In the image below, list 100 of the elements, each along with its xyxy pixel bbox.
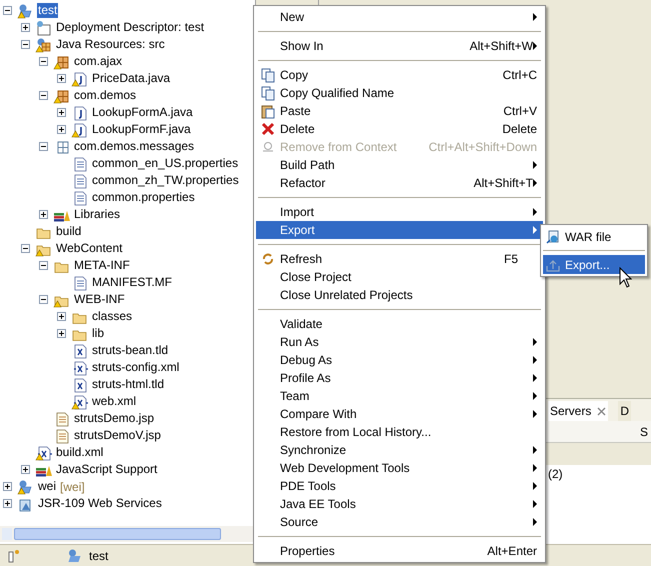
expand-toggle[interactable] (21, 23, 30, 32)
tree-item[interactable]: JSR-109 Web Services (37, 496, 163, 511)
collapse-toggle[interactable] (39, 261, 48, 270)
status-text: test (89, 548, 108, 564)
menu-item[interactable]: Restore from Local History... (256, 423, 543, 441)
submenu-arrow-icon (533, 13, 537, 21)
menu-item[interactable]: Synchronize (256, 441, 543, 459)
menu-item[interactable]: Paste Ctrl+V (256, 102, 543, 120)
submenu-arrow-icon (533, 42, 537, 50)
expand-toggle[interactable] (57, 312, 66, 321)
menu-item[interactable]: Team (256, 387, 543, 405)
menu-item[interactable]: Close Unrelated Projects (256, 286, 543, 304)
tree-item[interactable]: struts-html.tld (91, 377, 166, 392)
paste-icon (260, 103, 276, 119)
expand-toggle[interactable] (57, 329, 66, 338)
menu-item[interactable]: Profile As (256, 369, 543, 387)
collapse-toggle[interactable] (21, 40, 30, 49)
menu-item[interactable]: PDE Tools (256, 477, 543, 495)
expand-toggle[interactable] (3, 482, 12, 491)
collapse-toggle[interactable] (21, 244, 30, 253)
menu-item[interactable]: Import (256, 203, 543, 221)
tree-item[interactable]: LookupFormA.java (91, 105, 194, 120)
menu-item[interactable]: Validate (256, 315, 543, 333)
collapse-toggle[interactable] (39, 295, 48, 304)
tree-item[interactable]: strutsDemoV.jsp (73, 428, 162, 443)
tree-item[interactable]: PriceData.java (91, 71, 172, 86)
menu-item[interactable]: Refresh F5 (256, 250, 543, 268)
tree-item[interactable]: wei (37, 479, 58, 494)
tree-item[interactable]: build.xml (55, 445, 104, 460)
tree-item[interactable]: struts-bean.tld (91, 343, 170, 358)
tree-item[interactable]: lib (91, 326, 106, 341)
tree-item[interactable]: classes (91, 309, 134, 324)
expand-toggle[interactable] (57, 74, 66, 83)
menu-item[interactable]: Web Development Tools (256, 459, 543, 477)
copy-icon (260, 67, 276, 83)
menu-item[interactable]: Copy Qualified Name (256, 84, 543, 102)
menu-item[interactable]: Compare With (256, 405, 543, 423)
submenu-arrow-icon (533, 518, 537, 526)
collapse-toggle[interactable] (39, 91, 48, 100)
panel-tab[interactable]: D (618, 401, 632, 421)
tree-item[interactable]: LookupFormF.java (91, 122, 192, 137)
close-icon[interactable] (597, 406, 606, 416)
tree-item[interactable]: common_en_US.properties (91, 156, 240, 171)
submenu-arrow-icon (533, 226, 537, 234)
menu-item[interactable]: New (256, 8, 543, 26)
submenu-arrow-icon (533, 179, 537, 187)
menu-item[interactable]: Debug As (256, 351, 543, 369)
tree-item[interactable]: com.demos.messages (73, 139, 196, 154)
menu-item[interactable]: Refactor Alt+Shift+T (256, 174, 543, 192)
expand-toggle[interactable] (21, 465, 30, 474)
menu-item[interactable]: Export... (543, 255, 645, 274)
copy-icon (260, 85, 276, 101)
expand-toggle[interactable] (39, 210, 48, 219)
menu-item[interactable]: Copy Ctrl+C (256, 66, 543, 84)
menu-item[interactable]: WAR file (543, 227, 645, 246)
tree-item[interactable]: web.xml (91, 394, 138, 409)
submenu-arrow-icon (533, 338, 537, 346)
tree-item[interactable]: test (37, 3, 58, 18)
tree-item[interactable]: WEB-INF (73, 292, 126, 307)
tree-item[interactable]: MANIFEST.MF (91, 275, 173, 290)
menu-item[interactable]: Show In Alt+Shift+W (256, 37, 543, 55)
tree-item[interactable]: Java Resources: src (55, 37, 166, 52)
status-icon (8, 548, 20, 562)
tree-item[interactable]: common.properties (91, 190, 196, 205)
expand-toggle[interactable] (57, 125, 66, 134)
delete-icon (260, 121, 276, 137)
menu-item[interactable]: Export (256, 221, 543, 239)
menu-item[interactable]: Source (256, 513, 543, 531)
submenu-arrow-icon (533, 161, 537, 169)
tree-item[interactable]: Libraries (73, 207, 122, 222)
menu-item[interactable]: Properties Alt+Enter (256, 542, 543, 560)
collapse-toggle[interactable] (3, 6, 12, 15)
horizontal-scrollbar[interactable] (0, 526, 255, 542)
refresh-icon (260, 251, 276, 267)
collapse-toggle[interactable] (39, 57, 48, 66)
tree-item[interactable]: struts-config.xml (91, 360, 180, 375)
menu-item[interactable]: Delete Delete (256, 120, 543, 138)
menu-item[interactable]: Java EE Tools (256, 495, 543, 513)
tree-item[interactable]: Deployment Descriptor: test (55, 20, 206, 35)
submenu-arrow-icon (533, 482, 537, 490)
tree-item[interactable]: build (55, 224, 82, 239)
menu-item[interactable]: Run As (256, 333, 543, 351)
tree-item[interactable]: com.demos (73, 88, 138, 103)
tree-item-decoration: [wei] (60, 478, 85, 496)
expand-toggle[interactable] (57, 108, 66, 117)
tree-item[interactable]: WebContent (55, 241, 124, 256)
collapse-toggle[interactable] (39, 142, 48, 151)
server-row-text: (2) (548, 466, 563, 483)
menu-item[interactable]: Build Path (256, 156, 543, 174)
panel-tab[interactable]: Servers (548, 401, 608, 421)
submenu-arrow-icon (533, 500, 537, 508)
tree-item[interactable]: JavaScript Support (55, 462, 158, 477)
menu-item[interactable]: Close Project (256, 268, 543, 286)
tree-item[interactable]: com.ajax (73, 54, 124, 69)
tree-item[interactable]: strutsDemo.jsp (73, 411, 156, 426)
tree-item[interactable]: META-INF (73, 258, 131, 273)
expand-toggle[interactable] (3, 499, 12, 508)
tree-item[interactable]: common_zh_TW.properties (91, 173, 240, 188)
submenu-arrow-icon (533, 392, 537, 400)
submenu-arrow-icon (533, 446, 537, 454)
